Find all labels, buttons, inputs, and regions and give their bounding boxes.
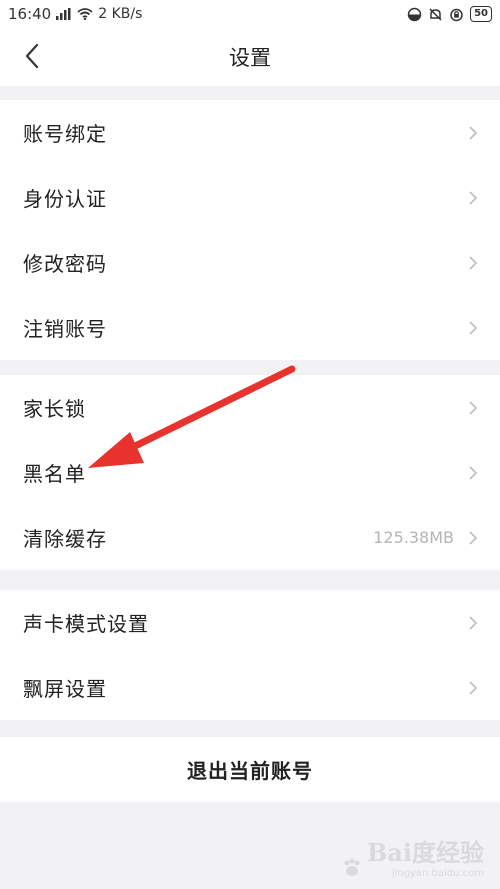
chevron-right-icon: [469, 530, 478, 545]
row-right: [468, 255, 478, 271]
watermark-sub: jingyan.baidu.com: [391, 868, 484, 879]
chevron-right-icon: [469, 400, 478, 415]
cache-size-value: 125.38MB: [373, 528, 454, 547]
chevron-right-icon: [469, 125, 478, 140]
watermark: Bai度经验 jingyan.baidu.com: [341, 833, 484, 879]
settings-item-account-binding[interactable]: 账号绑定: [0, 100, 500, 165]
settings-item-parental-lock[interactable]: 家长锁: [0, 375, 500, 440]
settings-item-label: 注销账号: [23, 317, 107, 341]
logout-button[interactable]: 退出当前账号: [0, 737, 500, 802]
chevron-right-icon: [469, 465, 478, 480]
row-right: [468, 680, 478, 696]
chevron-right-icon: [469, 190, 478, 205]
row-right: [468, 320, 478, 336]
settings-item-label: 账号绑定: [23, 122, 107, 146]
row-right: 125.38MB: [373, 528, 478, 547]
paw-icon: [344, 858, 360, 876]
network-speed: 2 KB/s: [98, 6, 143, 22]
status-time: 16:40: [8, 5, 52, 23]
chevron-right-icon: [469, 320, 478, 335]
row-right: [468, 465, 478, 481]
settings-item-change-password[interactable]: 修改密码: [0, 230, 500, 295]
settings-item-label: 清除缓存: [23, 527, 107, 551]
alarm-icon: [450, 8, 463, 21]
watermark-main: Bai度经验: [367, 838, 484, 867]
row-right: [468, 615, 478, 631]
signal-icon: [56, 8, 71, 20]
row-right: [468, 190, 478, 206]
wifi-icon: [77, 8, 93, 20]
bell-off-icon: [429, 7, 442, 21]
chevron-right-icon: [469, 255, 478, 270]
status-left: 16:40 2 KB/s: [8, 5, 142, 23]
chevron-right-icon: [469, 615, 478, 630]
settings-item-identity[interactable]: 身份认证: [0, 165, 500, 230]
status-bar: 16:40 2 KB/s 50: [0, 0, 500, 28]
settings-group-account: 账号绑定 身份认证 修改密码 注销账号: [0, 100, 500, 360]
settings-group-privacy: 家长锁 黑名单 清除缓存 125.38MB: [0, 375, 500, 570]
row-right: [468, 400, 478, 416]
settings-group-display: 声卡模式设置 飘屏设置: [0, 590, 500, 720]
settings-item-label: 声卡模式设置: [23, 612, 149, 636]
page-title: 设置: [229, 46, 271, 70]
settings-item-label: 家长锁: [23, 397, 86, 421]
logout-label: 退出当前账号: [187, 759, 313, 783]
settings-item-clear-cache[interactable]: 清除缓存 125.38MB: [0, 505, 500, 570]
status-right: 50: [407, 6, 492, 22]
chevron-right-icon: [469, 680, 478, 695]
settings-item-delete-account[interactable]: 注销账号: [0, 295, 500, 360]
settings-item-label: 黑名单: [23, 462, 86, 486]
settings-item-blacklist[interactable]: 黑名单: [0, 440, 500, 505]
battery-icon: 50: [470, 6, 492, 22]
settings-item-label: 飘屏设置: [23, 677, 107, 701]
theme-icon: [407, 7, 422, 21]
header: 设置: [0, 28, 500, 86]
settings-item-floating-screen[interactable]: 飘屏设置: [0, 655, 500, 720]
row-right: [468, 125, 478, 141]
settings-item-label: 修改密码: [23, 252, 107, 276]
settings-item-sound-card-mode[interactable]: 声卡模式设置: [0, 590, 500, 655]
settings-item-label: 身份认证: [23, 187, 107, 211]
watermark-text: Bai度经验 jingyan.baidu.com: [367, 833, 484, 879]
